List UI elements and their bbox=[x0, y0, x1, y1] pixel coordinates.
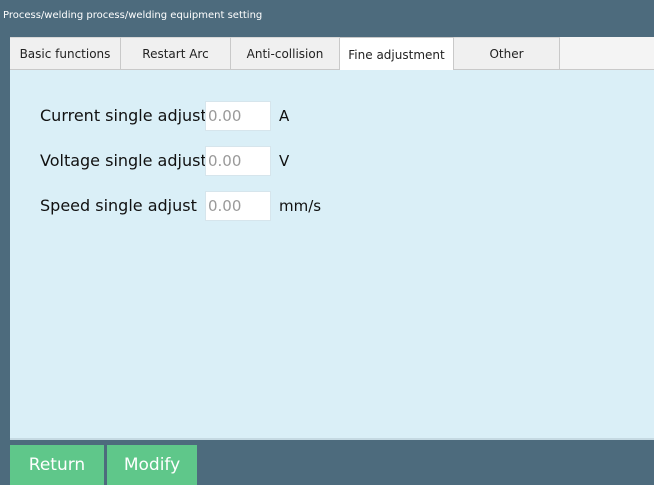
current-adjust-input[interactable] bbox=[205, 101, 271, 131]
footer-bar: Return Modify bbox=[0, 443, 654, 485]
tab-fine-adjustment[interactable]: Fine adjustment bbox=[340, 37, 454, 71]
return-button[interactable]: Return bbox=[10, 445, 104, 485]
speed-adjust-label: Speed single adjust bbox=[40, 196, 197, 215]
tab-restart-arc[interactable]: Restart Arc bbox=[121, 37, 231, 70]
tab-anti-collision[interactable]: Anti-collision bbox=[231, 37, 340, 70]
current-unit: A bbox=[279, 107, 290, 125]
breadcrumb: Process/welding process/welding equipmen… bbox=[0, 0, 654, 30]
tab-basic-functions[interactable]: Basic functions bbox=[10, 37, 121, 70]
voltage-adjust-label: Voltage single adjust bbox=[40, 151, 205, 170]
tab-other[interactable]: Other bbox=[454, 37, 560, 70]
voltage-unit: V bbox=[279, 152, 290, 170]
speed-unit: mm/s bbox=[279, 197, 322, 215]
tab-bar: Basic functions Restart Arc Anti-collisi… bbox=[10, 37, 654, 71]
fine-adjustment-panel: Current single adjust A Voltage single a… bbox=[10, 70, 654, 440]
current-adjust-label: Current single adjust bbox=[40, 106, 205, 125]
speed-adjust-input[interactable] bbox=[205, 191, 271, 221]
voltage-adjust-input[interactable] bbox=[205, 146, 271, 176]
modify-button[interactable]: Modify bbox=[107, 445, 197, 485]
